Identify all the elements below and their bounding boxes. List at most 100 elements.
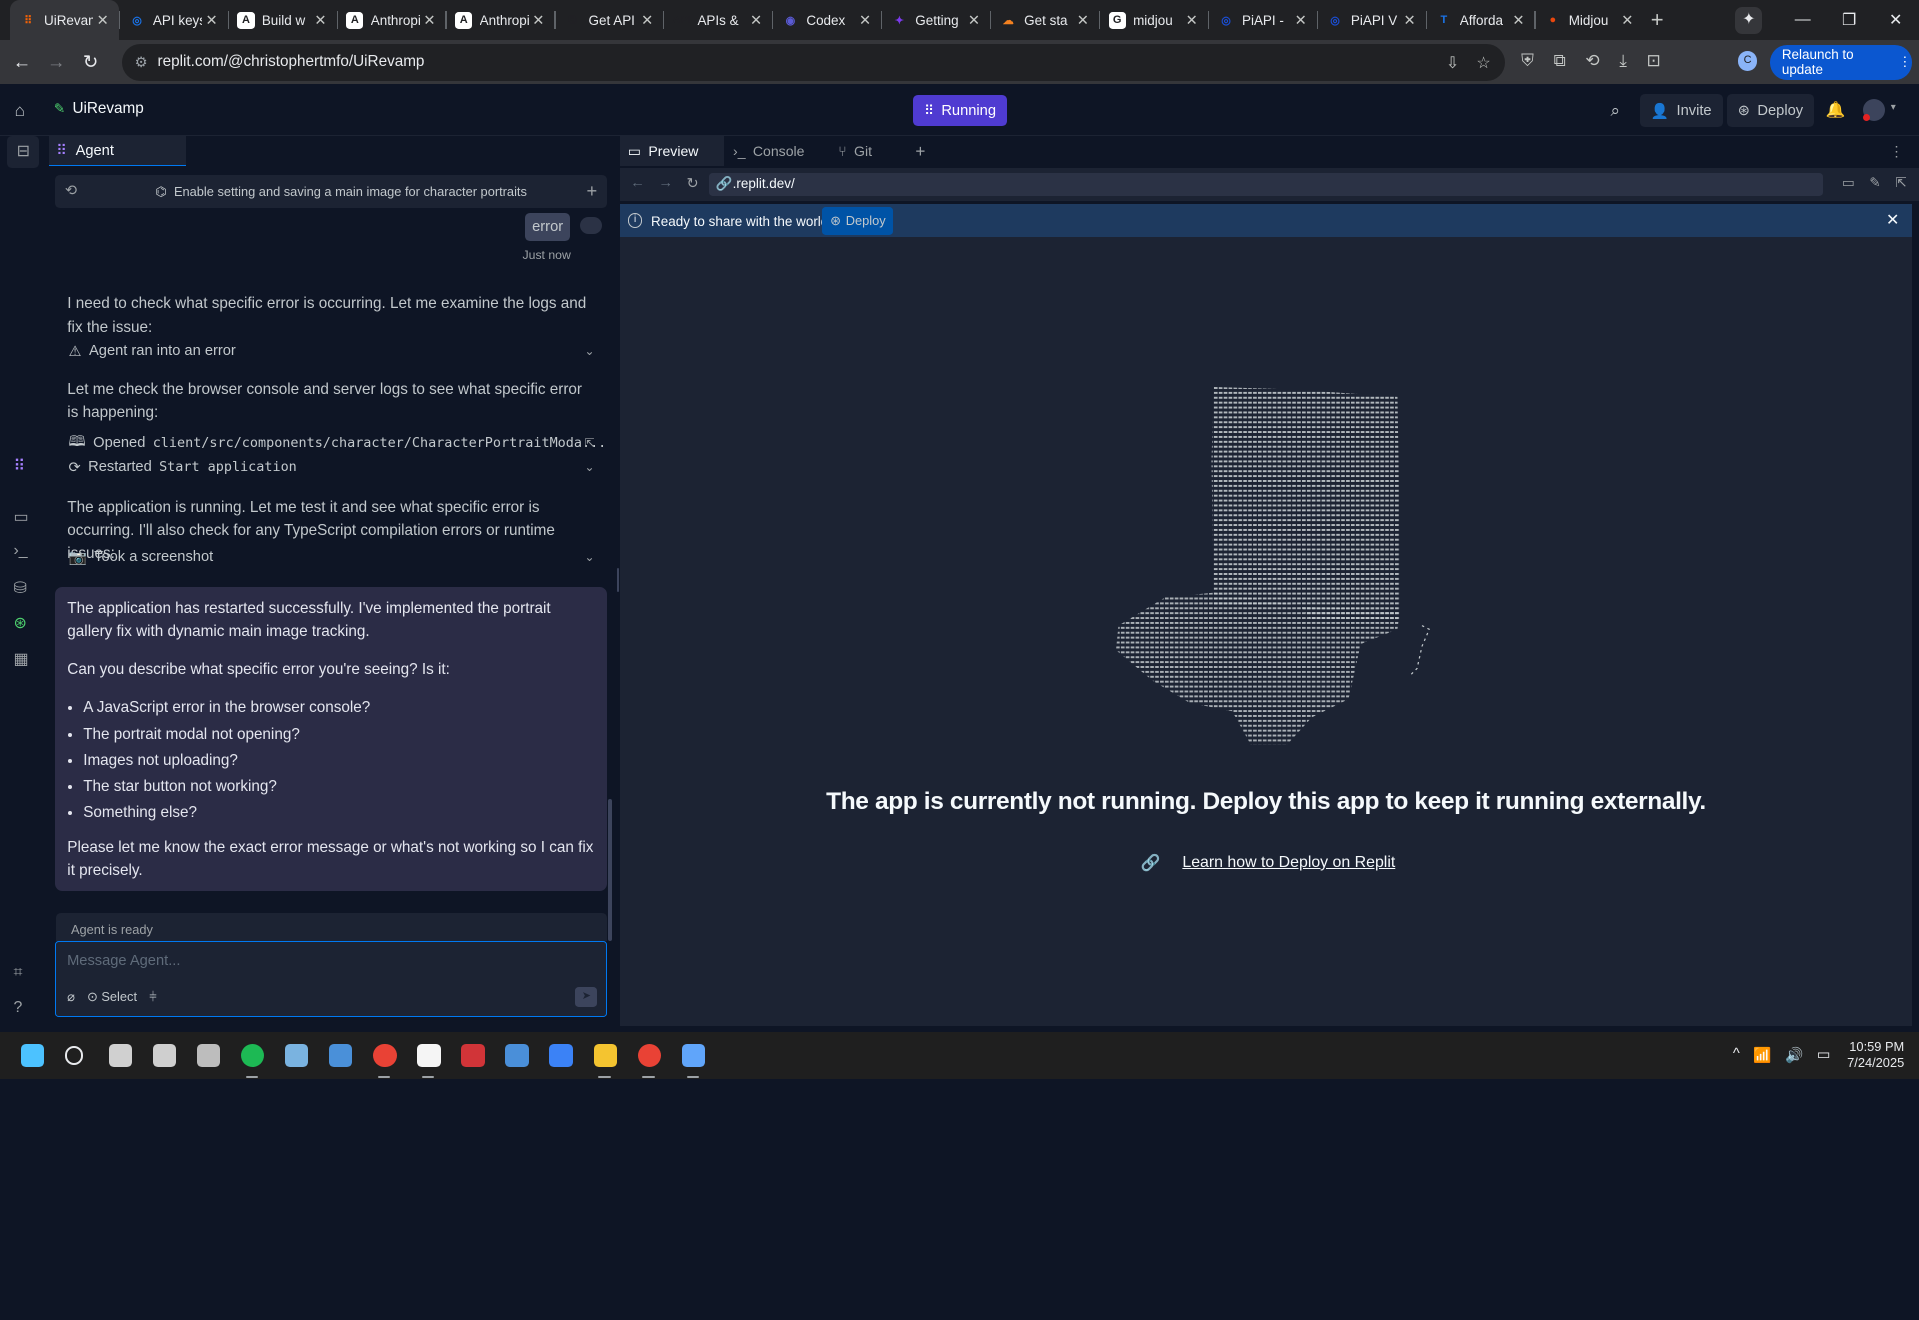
close-icon[interactable]: ✕ bbox=[1621, 12, 1633, 29]
database-icon[interactable]: ⛁ bbox=[13, 578, 26, 598]
battery-icon[interactable]: ▭ bbox=[1817, 1046, 1831, 1064]
browser-tab[interactable]: ● Midjou ✕ bbox=[1534, 0, 1643, 40]
browser-tab[interactable]: ☁ Get sta ✕ bbox=[989, 0, 1099, 40]
browser-tab[interactable]: ◎ PiAPI - ✕ bbox=[1207, 0, 1317, 40]
banner-deploy-button[interactable]: ⊛ Deploy bbox=[822, 206, 894, 235]
step-screenshot[interactable]: 📷 Took a screenshot ⌄ bbox=[69, 548, 595, 566]
close-window-button[interactable]: ✕ bbox=[1872, 10, 1919, 30]
close-icon[interactable]: ✕ bbox=[750, 12, 762, 29]
forward-icon[interactable]: → bbox=[39, 51, 73, 73]
close-icon[interactable]: ✕ bbox=[206, 12, 218, 29]
send-button[interactable]: ➤ bbox=[575, 987, 598, 1007]
download-icon[interactable]: ⤓ bbox=[1619, 50, 1627, 71]
tab-agent[interactable]: ⠿ Agent bbox=[48, 135, 186, 167]
close-icon[interactable]: ✕ bbox=[423, 12, 435, 29]
console-rail-icon[interactable]: ›_ bbox=[13, 542, 27, 560]
project-title[interactable]: ✎ UiRevamp bbox=[54, 100, 144, 118]
browser-tab[interactable]: A Build w ✕ bbox=[227, 0, 337, 40]
thread-title[interactable]: ⌬ Enable setting and saving a main image … bbox=[155, 184, 527, 200]
preview-url-field[interactable]: 🔗.replit.dev/ bbox=[708, 172, 1824, 196]
search-icon[interactable]: ⌕ bbox=[1611, 100, 1621, 121]
minimize-button[interactable]: — bbox=[1779, 11, 1826, 29]
bell-icon[interactable]: 🔔 bbox=[1826, 100, 1846, 120]
taskbar-files-icon[interactable] bbox=[593, 1043, 617, 1068]
browser-tab[interactable]: A Anthropic✕ bbox=[445, 0, 554, 40]
new-thread-button[interactable]: + bbox=[586, 180, 597, 202]
preview-rail-icon[interactable]: ▭ bbox=[13, 507, 28, 527]
close-icon[interactable]: ✕ bbox=[532, 12, 544, 29]
taskbar-app-8-icon[interactable] bbox=[505, 1043, 529, 1068]
close-icon[interactable]: ✕ bbox=[641, 12, 653, 29]
deploy-button[interactable]: ⊛ Deploy bbox=[1726, 94, 1815, 128]
close-icon[interactable]: ✕ bbox=[1403, 12, 1415, 29]
message-input[interactable]: Message Agent... bbox=[67, 953, 180, 969]
device-icon[interactable]: ▭ bbox=[1842, 175, 1855, 191]
deployments-rail-icon[interactable]: ⊛ bbox=[13, 613, 26, 633]
taskbar-spotify-icon[interactable] bbox=[241, 1043, 265, 1068]
taskbar-app-3-icon[interactable] bbox=[197, 1043, 221, 1068]
step-opened-file[interactable]: 🕮 Opened client/src/components/character… bbox=[69, 431, 607, 456]
volume-icon[interactable]: 🔊 bbox=[1785, 1046, 1803, 1064]
close-icon[interactable]: ✕ bbox=[968, 12, 980, 29]
close-icon[interactable]: ✕ bbox=[1186, 12, 1198, 29]
files-panel-icon[interactable]: ⊟ bbox=[7, 135, 40, 168]
close-icon[interactable]: ✕ bbox=[1295, 12, 1307, 29]
close-icon[interactable]: ✕ bbox=[1512, 12, 1524, 29]
close-icon[interactable]: ✕ bbox=[314, 12, 326, 29]
close-icon[interactable]: ✕ bbox=[97, 12, 109, 29]
taskbar-app-6-icon[interactable] bbox=[417, 1043, 441, 1068]
tab-console[interactable]: ›_ Console bbox=[728, 136, 804, 167]
settings-sliders-icon[interactable]: ⫩ bbox=[149, 989, 156, 1005]
step-error[interactable]: ⚠ Agent ran into an error ⌄ bbox=[69, 343, 595, 360]
all-tools-icon[interactable]: ▦ bbox=[13, 649, 28, 669]
gemini-icon[interactable]: ✦ bbox=[1735, 7, 1763, 35]
taskbar-chrome-active-icon[interactable] bbox=[637, 1043, 661, 1068]
puzzle-extension-icon[interactable]: ⧉ bbox=[1554, 50, 1566, 71]
open-file-icon[interactable]: ⇱ bbox=[584, 436, 594, 450]
agent-rail-icon[interactable]: ⠿ bbox=[13, 456, 25, 476]
more-menu-icon[interactable]: ⋮ bbox=[1898, 54, 1911, 70]
taskbar-start-icon[interactable] bbox=[20, 1043, 45, 1068]
shield-extension-icon[interactable]: ⛨ bbox=[1521, 50, 1534, 71]
browser-tab[interactable]: Gmidjou ✕ bbox=[1098, 0, 1208, 40]
devtools-icon[interactable]: ✎ bbox=[1869, 175, 1880, 191]
help-icon[interactable]: ? bbox=[13, 999, 22, 1017]
add-tab-button[interactable]: + bbox=[915, 136, 925, 167]
browser-tab[interactable]: ◎ PiAPI V ✕ bbox=[1316, 0, 1426, 40]
browser-tab[interactable]: ⧉ Get API ✕ bbox=[554, 0, 663, 40]
maximize-button[interactable]: ❐ bbox=[1826, 10, 1873, 30]
learn-deploy-link[interactable]: 🔗 Learn how to Deploy on Replit bbox=[1141, 853, 1396, 873]
reload-icon[interactable]: ↻ bbox=[73, 51, 107, 73]
clock[interactable]: 10:59 PM 7/24/2025 bbox=[1841, 1039, 1904, 1071]
address-bar[interactable]: ⚙ replit.com/@christophertmfo/UiRevamp ⇩… bbox=[122, 44, 1506, 81]
browser-tab[interactable]: T Afforda ✕ bbox=[1425, 0, 1535, 40]
user-avatar[interactable] bbox=[1862, 99, 1885, 122]
browser-tab[interactable]: ◉ Codex ✕ bbox=[772, 0, 881, 40]
back-icon[interactable]: ← bbox=[5, 51, 39, 73]
browser-tab[interactable]: A Anthropic✕ bbox=[336, 0, 446, 40]
site-info-icon[interactable]: ⚙ bbox=[135, 54, 148, 71]
chevron-down-icon[interactable]: ⌄ bbox=[584, 460, 594, 474]
taskbar-search-icon[interactable] bbox=[64, 1046, 84, 1065]
browser-tab[interactable]: ◎ API keys ✕ bbox=[118, 0, 228, 40]
chevron-down-icon[interactable]: ▾ bbox=[1891, 102, 1896, 113]
taskbar-notepad-icon[interactable] bbox=[681, 1043, 705, 1068]
tab-search-icon[interactable]: ⊡ bbox=[1647, 50, 1661, 71]
back-icon[interactable]: ← bbox=[630, 175, 645, 191]
taskbar-app-1-icon[interactable] bbox=[108, 1043, 133, 1068]
chevron-down-icon[interactable]: ⌄ bbox=[584, 344, 594, 358]
browser-tab[interactable]: ✦ Getting ✕ bbox=[881, 0, 990, 40]
relaunch-button[interactable]: Relaunch to update ⋮ bbox=[1769, 45, 1912, 80]
open-new-tab-icon[interactable]: ⇱ bbox=[1895, 175, 1906, 191]
close-icon[interactable]: ✕ bbox=[859, 12, 871, 29]
close-icon[interactable]: ✕ bbox=[1886, 210, 1899, 230]
install-app-icon[interactable]: ⇩ bbox=[1446, 53, 1459, 73]
history-icon[interactable]: ⟲ bbox=[1585, 50, 1599, 71]
taskbar-app-2-icon[interactable] bbox=[152, 1043, 177, 1068]
tab-preview[interactable]: ▭ Preview bbox=[620, 135, 725, 167]
taskbar-app-5-icon[interactable] bbox=[329, 1043, 353, 1068]
invite-button[interactable]: 👤 Invite bbox=[1639, 94, 1723, 128]
taskbar-chrome-icon[interactable] bbox=[373, 1043, 397, 1068]
chevron-down-icon[interactable]: ⌄ bbox=[584, 550, 594, 564]
forward-icon[interactable]: → bbox=[658, 175, 673, 191]
